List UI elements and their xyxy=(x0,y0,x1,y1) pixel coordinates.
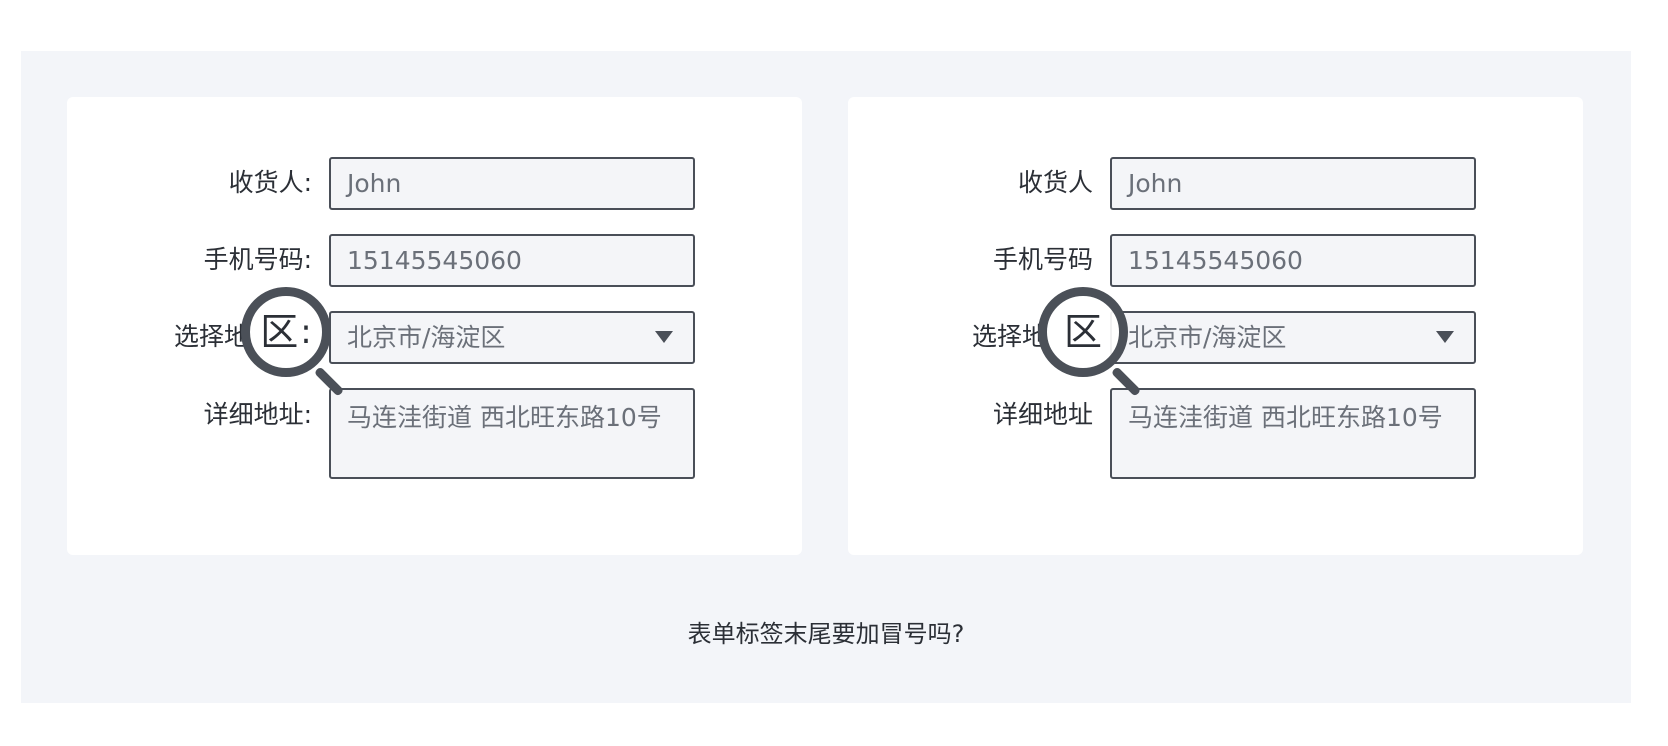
region-value: 北京市/海淀区 xyxy=(347,323,506,352)
caption-question: 表单标签末尾要加冒号吗? xyxy=(687,620,965,648)
magnifier-handle xyxy=(313,366,345,397)
phone-input[interactable]: 15145545060 xyxy=(1110,234,1476,287)
form-card-without-colons: 收货人 John 手机号码 15145545060 选择地 北京市/海淀区 详细… xyxy=(848,97,1583,555)
comparison-stage: 收货人: John 手机号码: 15145545060 选择地 北京市/海淀区 … xyxy=(21,51,1631,703)
address-textarea[interactable]: 马连洼街道 西北旺东路10号 xyxy=(1110,388,1476,479)
magnifier-handle xyxy=(1110,366,1142,397)
magnified-char: 区 xyxy=(1063,310,1102,354)
phone-input[interactable]: 15145545060 xyxy=(329,234,695,287)
recipient-input[interactable]: John xyxy=(1110,157,1476,210)
region-select[interactable]: 北京市/海淀区 xyxy=(329,311,695,364)
magnifier-icon: 区 xyxy=(1038,287,1142,422)
region-label: 选择地 xyxy=(972,322,1048,351)
phone-label: 手机号码: xyxy=(203,245,312,274)
magnifier-lens: 区 xyxy=(1038,287,1128,377)
magnifier-icon: 区: xyxy=(241,287,345,422)
magnifier-lens: 区: xyxy=(241,287,331,377)
address-textarea[interactable]: 马连洼街道 西北旺东路10号 xyxy=(329,388,695,479)
region-label: 选择地 xyxy=(174,322,250,351)
caret-down-icon xyxy=(655,331,673,343)
region-select[interactable]: 北京市/海淀区 xyxy=(1110,311,1476,364)
phone-label: 手机号码 xyxy=(992,245,1093,274)
region-value: 北京市/海淀区 xyxy=(1128,323,1287,352)
recipient-label: 收货人 xyxy=(1017,168,1093,197)
form-card-with-colons: 收货人: John 手机号码: 15145545060 选择地 北京市/海淀区 … xyxy=(67,97,802,555)
magnified-char: 区 xyxy=(260,310,299,354)
recipient-input[interactable]: John xyxy=(329,157,695,210)
recipient-label: 收货人: xyxy=(228,168,312,197)
caret-down-icon xyxy=(1436,331,1454,343)
magnified-colon: : xyxy=(300,312,312,352)
